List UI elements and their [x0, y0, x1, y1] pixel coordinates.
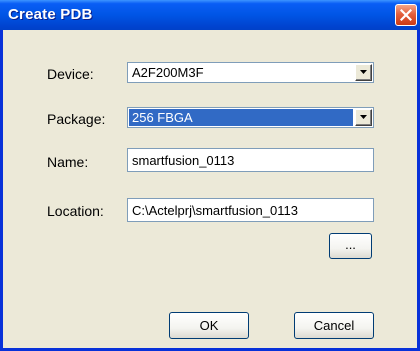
device-dropdown-button[interactable]	[355, 64, 372, 81]
package-label: Package:	[47, 111, 106, 127]
package-selection-highlight: 256 FBGA	[129, 109, 353, 126]
name-label: Name:	[47, 154, 89, 170]
device-value: A2F200M3F	[132, 65, 204, 80]
close-icon	[400, 9, 412, 21]
dialog-title: Create PDB	[8, 6, 93, 23]
package-select[interactable]: 256 FBGA	[127, 107, 374, 128]
close-button[interactable]	[395, 4, 417, 26]
title-bar[interactable]: Create PDB	[0, 0, 420, 30]
cancel-button[interactable]: Cancel	[294, 312, 374, 339]
location-input[interactable]	[128, 199, 373, 221]
location-field-wrapper	[127, 198, 374, 222]
cancel-button-label: Cancel	[313, 318, 355, 333]
package-value: 256 FBGA	[132, 110, 193, 125]
device-label: Device:	[47, 66, 94, 82]
ok-button[interactable]: OK	[169, 312, 249, 339]
ok-button-label: OK	[199, 318, 219, 333]
browse-button[interactable]: ...	[329, 233, 372, 259]
name-input[interactable]	[128, 149, 373, 171]
chevron-down-icon	[360, 70, 367, 74]
location-label: Location:	[47, 203, 104, 219]
package-dropdown-button[interactable]	[355, 109, 372, 126]
browse-button-label: ...	[345, 237, 356, 252]
device-select[interactable]: A2F200M3F	[127, 62, 374, 83]
chevron-down-icon	[360, 115, 367, 119]
create-pdb-dialog: Create PDB Device: A2F200M3F Package: 25…	[0, 0, 420, 351]
name-field-wrapper	[127, 148, 374, 172]
